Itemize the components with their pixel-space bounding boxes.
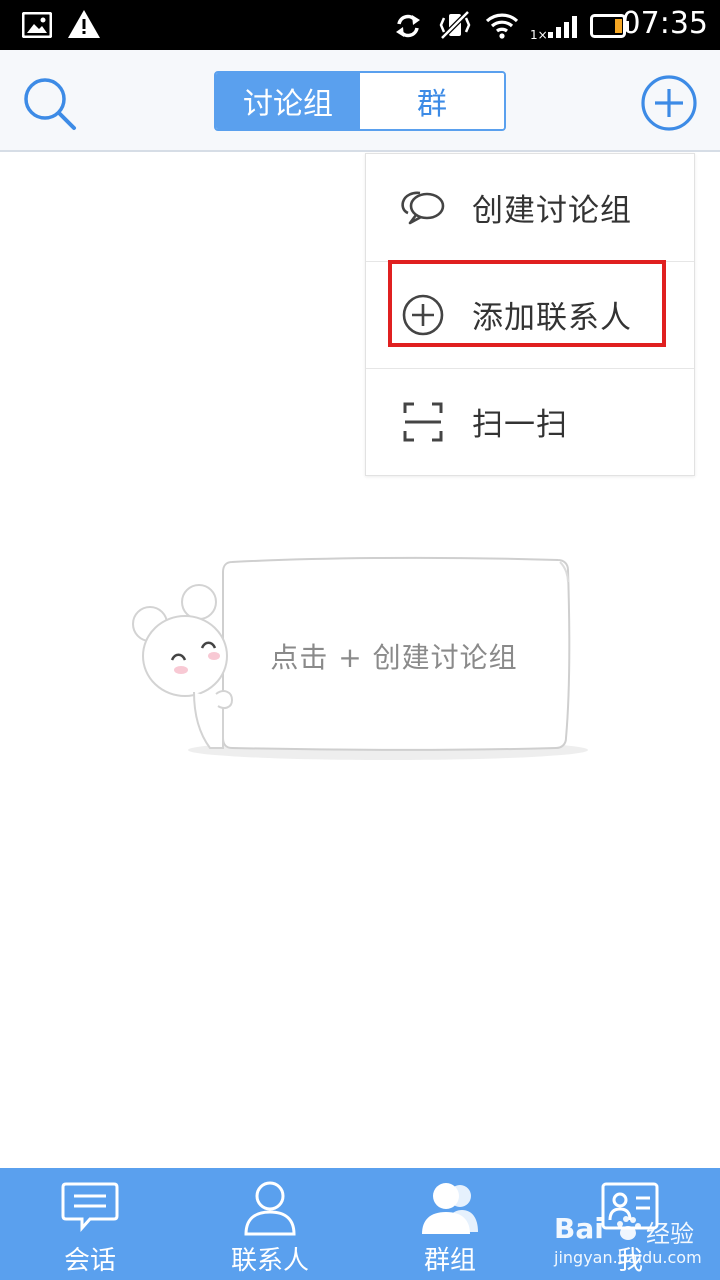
menu-item-scan[interactable]: 扫一扫	[366, 368, 694, 475]
plus-circle-icon[interactable]	[640, 74, 698, 132]
status-time: 07:35	[621, 6, 708, 41]
person-icon	[244, 1181, 296, 1236]
highlight-box	[388, 260, 666, 347]
tab-group[interactable]: 群	[360, 73, 504, 129]
menu-item-label: 扫一扫	[472, 407, 568, 443]
nav-label: 群组	[423, 1246, 476, 1276]
scan-icon	[403, 402, 443, 441]
watermark-url: jingyan.baidu.com	[554, 1248, 702, 1267]
sync-icon	[396, 14, 420, 38]
signal-icon	[548, 16, 577, 38]
warning-icon	[68, 10, 100, 38]
menu-item-label: 创建讨论组	[472, 193, 632, 229]
nav-item-contacts[interactable]: 联系人	[180, 1168, 360, 1280]
image-icon	[22, 12, 52, 38]
watermark-suffix: 经验	[646, 1220, 694, 1248]
nav-label: 联系人	[230, 1246, 309, 1276]
title-bar: 讨论组 群	[0, 50, 720, 152]
empty-state-text: 点击 + 创建讨论组	[270, 641, 518, 674]
tab-switcher: 讨论组 群	[214, 71, 506, 131]
search-icon[interactable]	[22, 76, 80, 132]
status-bar: 1× 07:35	[0, 0, 720, 50]
baidu-jingyan-watermark: Bai 经验 jingyan.baidu.com	[548, 1210, 718, 1276]
group-icon	[422, 1183, 478, 1234]
nav-item-conversations[interactable]: 会话	[0, 1168, 180, 1280]
message-icon	[61, 1182, 119, 1232]
watermark-brand: Bai	[554, 1212, 604, 1245]
nav-item-groups[interactable]: 群组	[360, 1168, 540, 1280]
chat-bubbles-icon	[401, 191, 445, 224]
nav-label: 会话	[63, 1246, 116, 1276]
tab-discussion-group[interactable]: 讨论组	[216, 73, 360, 129]
wifi-icon	[485, 13, 519, 39]
paw-icon	[617, 1216, 641, 1240]
menu-item-create-discussion[interactable]: 创建讨论组	[366, 154, 694, 261]
vibrate-off-icon	[439, 10, 471, 40]
